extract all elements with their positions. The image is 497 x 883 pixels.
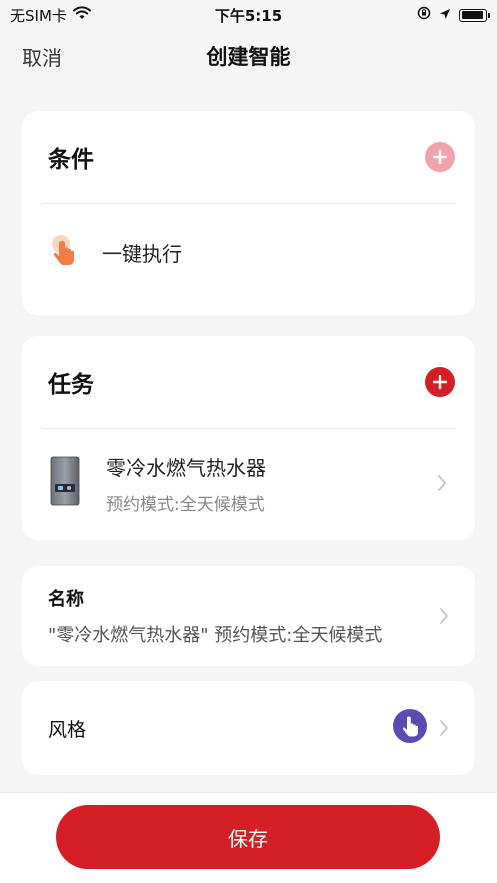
status-left: 无SIM卡 [10, 5, 91, 26]
task-detail: 预约模式:全天候模式 [106, 494, 265, 515]
tasks-card: 任务 零冷水燃气热水器 预约模式:全天候模式 [22, 336, 475, 540]
style-label: 风格 [48, 718, 87, 741]
style-preview-icon [393, 709, 427, 747]
chevron-right-icon [439, 607, 449, 625]
task-name: 零冷水燃气热水器 [106, 455, 266, 480]
plus-icon [433, 150, 447, 164]
conditions-card: 条件 一键执行 [22, 111, 475, 315]
name-label: 名称 [48, 589, 84, 610]
name-field[interactable]: 名称 "零冷水燃气热水器" 预约模式:全天候模式 [22, 566, 475, 666]
orientation-lock-icon [417, 6, 431, 24]
condition-label: 一键执行 [102, 241, 182, 266]
wifi-icon [72, 6, 91, 24]
status-right [417, 6, 490, 24]
water-heater-icon [50, 456, 80, 510]
chevron-right-icon [437, 474, 447, 492]
status-bar: 无SIM卡 下午5:15 [0, 0, 497, 30]
conditions-title: 条件 [48, 147, 94, 173]
task-text: 零冷水燃气热水器 预约模式:全天候模式 [106, 452, 425, 515]
bottom-bar: 保存 [0, 792, 497, 883]
page-title: 创建智能 [206, 45, 291, 69]
cancel-button[interactable]: 取消 [22, 42, 62, 71]
add-task-button[interactable] [425, 367, 455, 397]
carrier-label: 无SIM卡 [10, 6, 67, 25]
name-text: 名称 "零冷水燃气热水器" 预约模式:全天候模式 [48, 585, 427, 647]
condition-item[interactable]: 一键执行 [22, 204, 475, 300]
style-field[interactable]: 风格 [22, 681, 475, 775]
tasks-title: 任务 [48, 372, 94, 398]
tasks-header: 任务 [22, 336, 475, 428]
add-condition-button[interactable] [425, 142, 455, 172]
conditions-header: 条件 [22, 111, 475, 203]
battery-level [461, 11, 484, 19]
save-button[interactable]: 保存 [56, 805, 440, 869]
task-item[interactable]: 零冷水燃气热水器 预约模式:全天候模式 [22, 429, 475, 537]
battery-icon [459, 8, 490, 22]
navigation-bar: 取消 创建智能 [0, 36, 497, 76]
tap-hand-icon [50, 233, 78, 271]
chevron-right-icon [439, 719, 449, 737]
location-icon [439, 6, 451, 24]
plus-icon [433, 375, 447, 389]
name-value: "零冷水燃气热水器" 预约模式:全天候模式 [48, 625, 383, 646]
